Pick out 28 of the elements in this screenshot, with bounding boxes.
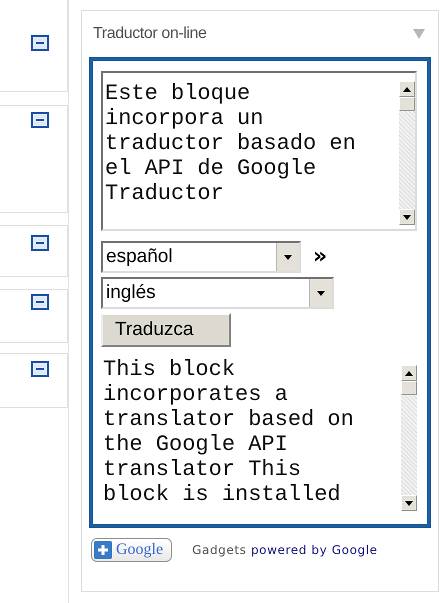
collapse-icon[interactable] <box>31 235 49 251</box>
down-triangle-icon <box>402 214 411 220</box>
google-logo: Google <box>116 541 164 559</box>
powered-by-link[interactable]: powered by Google <box>250 543 378 557</box>
plus-icon <box>94 541 112 559</box>
collapse-icon[interactable] <box>31 35 49 51</box>
translate-button[interactable]: Traduzca <box>101 313 231 347</box>
up-triangle-icon <box>404 370 413 376</box>
up-triangle-icon <box>402 86 411 92</box>
scroll-up-button[interactable] <box>400 365 417 381</box>
scroll-down-button[interactable] <box>400 495 417 511</box>
scroll-thumb[interactable] <box>398 97 415 111</box>
add-to-google-button[interactable]: Google <box>91 538 172 562</box>
source-language-select[interactable]: español <box>101 241 301 273</box>
down-triangle-icon <box>404 500 413 506</box>
powered-by-text: Gadgets powered by Google <box>192 543 378 557</box>
scroll-up-button[interactable] <box>398 81 415 97</box>
direction-arrows: » <box>313 246 328 268</box>
scrollbar[interactable] <box>398 81 415 225</box>
scroll-down-button[interactable] <box>398 209 415 225</box>
source-text-area[interactable]: Este bloque incorpora un traductor basado en el API de Google Traductor <box>101 71 417 231</box>
scroll-thumb[interactable] <box>400 381 417 395</box>
scrollbar[interactable] <box>400 365 417 511</box>
target-language-select[interactable]: inglés <box>101 277 334 309</box>
collapse-icon[interactable] <box>31 361 49 377</box>
gadget-title: Traductor on-line <box>93 25 207 43</box>
collapse-icon[interactable] <box>31 294 49 310</box>
collapse-icon[interactable] <box>31 112 49 128</box>
